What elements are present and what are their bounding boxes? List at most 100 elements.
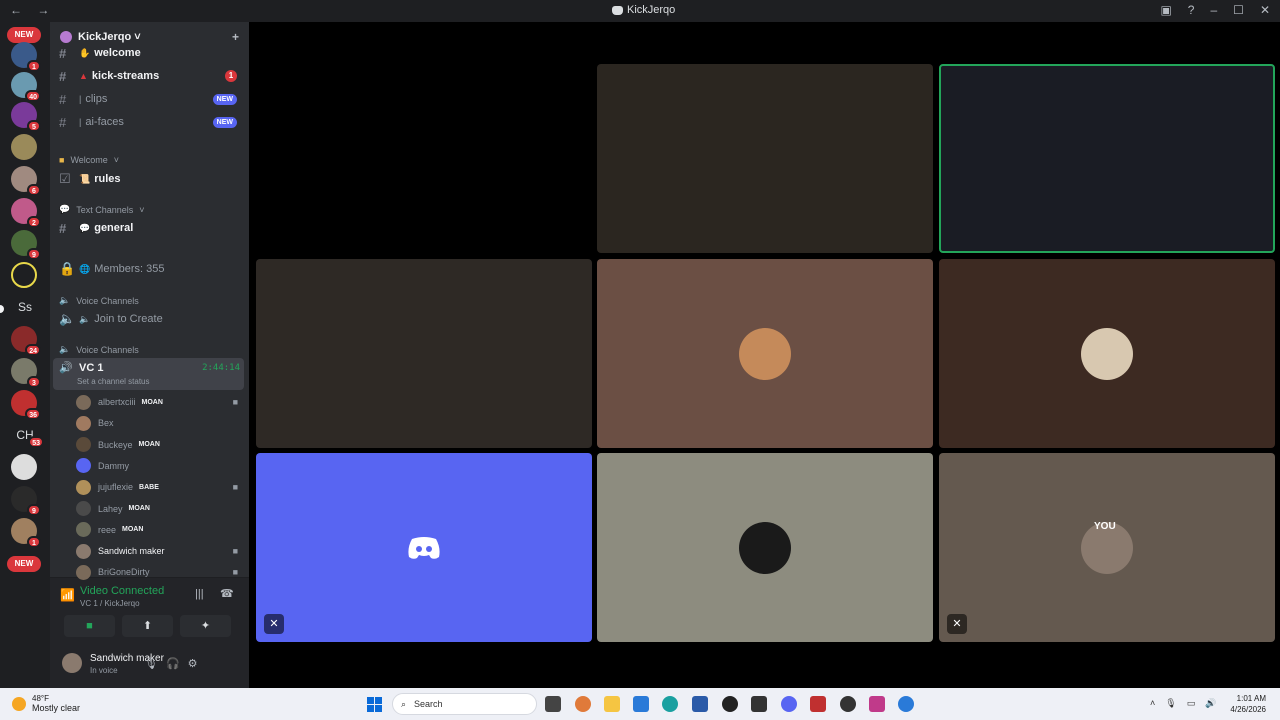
avatar-tile[interactable] bbox=[597, 453, 933, 642]
voice-member[interactable]: Dammy bbox=[76, 456, 242, 476]
avatar bbox=[76, 501, 91, 516]
voice-member[interactable]: Buckeye MOAN bbox=[76, 435, 242, 455]
video-tile-speaking[interactable] bbox=[939, 64, 1275, 253]
avatar-tile[interactable] bbox=[939, 259, 1275, 448]
server-icon[interactable]: 36 bbox=[11, 390, 41, 420]
weather-widget[interactable]: 48°F Mostly clear bbox=[12, 694, 80, 713]
search-label: Search bbox=[414, 699, 443, 709]
channel-label: Members: 355 bbox=[94, 263, 165, 275]
activities-button[interactable]: ✦ bbox=[180, 615, 231, 637]
voice-member[interactable]: BriGoneDirty ■ bbox=[76, 562, 242, 582]
voice-member[interactable]: Lahey MOAN bbox=[76, 499, 242, 519]
server-icon[interactable] bbox=[11, 262, 37, 288]
channel-members[interactable]: 🔒 🌐 Members: 355 bbox=[50, 259, 249, 279]
noise-suppression-icon[interactable]: ||| bbox=[195, 588, 204, 600]
category-label: Voice Channels bbox=[76, 344, 139, 355]
category-voice-channels[interactable]: 🔈 Voice Channels bbox=[59, 344, 139, 355]
app-icon[interactable] bbox=[722, 696, 738, 712]
channel-label: clips bbox=[85, 93, 108, 105]
new-badge: NEW bbox=[7, 556, 41, 572]
channel-clips[interactable]: # | clips NEW bbox=[50, 89, 249, 109]
headphones-icon[interactable]: 🎧 bbox=[166, 657, 180, 670]
server-icon[interactable]: 5 bbox=[11, 102, 41, 132]
display-icon[interactable]: ▭ bbox=[1187, 698, 1196, 709]
speaker-icon: 🔈 bbox=[79, 313, 91, 324]
app-icon[interactable] bbox=[898, 696, 914, 712]
disconnect-icon[interactable]: ☎ bbox=[220, 587, 234, 600]
server-icon[interactable]: 1 bbox=[11, 42, 41, 72]
video-camera-icon: ■ bbox=[232, 397, 238, 407]
volume-icon[interactable]: 🔊 bbox=[1205, 698, 1216, 709]
app-icon[interactable] bbox=[692, 696, 708, 712]
app-icon[interactable] bbox=[840, 696, 856, 712]
category-welcome[interactable]: ■ Welcome ˅ bbox=[59, 155, 119, 165]
voice-channel-vc1[interactable]: 🔊 VC 1 2:44:14 Set a channel status bbox=[53, 358, 244, 390]
server-icon[interactable] bbox=[11, 454, 37, 480]
server-icon[interactable]: 24 bbox=[11, 326, 41, 356]
weather-icon bbox=[12, 696, 26, 711]
help-icon[interactable]: ? bbox=[1188, 3, 1195, 17]
taskbar-search[interactable]: ⌕ Search bbox=[392, 693, 537, 715]
history-nav[interactable]: ← → bbox=[10, 3, 55, 17]
voice-member[interactable]: Sandwich maker ■ bbox=[76, 541, 242, 561]
clock[interactable]: 1:01 AM 4/26/2026 bbox=[1230, 693, 1266, 715]
server-icon[interactable]: 2 bbox=[11, 198, 41, 228]
task-view-icon[interactable] bbox=[545, 696, 561, 712]
channel-welcome[interactable]: # ✋ welcome bbox=[50, 46, 249, 60]
add-user-icon[interactable]: + bbox=[232, 30, 239, 44]
maximize-button[interactable]: ☐ bbox=[1233, 3, 1244, 17]
screen-share-button[interactable]: ⬆ bbox=[122, 615, 173, 637]
inbox-icon[interactable]: ▣ bbox=[1160, 3, 1171, 17]
connection-location[interactable]: VC 1 / KickJerqo bbox=[80, 599, 140, 608]
channel-status[interactable]: Set a channel status bbox=[77, 377, 150, 386]
video-tile[interactable] bbox=[256, 259, 592, 448]
server-icon[interactable]: 9 bbox=[11, 486, 41, 516]
server-icon[interactable]: 6 bbox=[11, 166, 41, 196]
server-icon[interactable]: 40 bbox=[11, 72, 41, 102]
copilot-icon[interactable] bbox=[575, 696, 591, 712]
video-tile[interactable] bbox=[597, 64, 933, 253]
edge-icon[interactable] bbox=[662, 696, 678, 712]
channel-rules[interactable]: ☑ 📜 rules bbox=[50, 169, 249, 189]
store-icon[interactable] bbox=[633, 696, 649, 712]
minimize-button[interactable]: – bbox=[1210, 3, 1217, 17]
channel-kick-streams[interactable]: # ▲ kick-streams 1 bbox=[50, 66, 249, 86]
gear-icon[interactable]: ⚙ bbox=[188, 657, 198, 670]
app-icon[interactable] bbox=[810, 696, 826, 712]
category-voice-channels[interactable]: 🔈 Voice Channels bbox=[59, 295, 139, 306]
speaker-icon: 🔈 bbox=[59, 344, 71, 354]
server-icon[interactable]: 9 bbox=[11, 230, 41, 260]
voice-member[interactable]: reee MOAN bbox=[76, 520, 242, 540]
avatar-tile-self[interactable]: YOU ✕ bbox=[939, 453, 1275, 642]
hash-icon: # bbox=[59, 91, 67, 107]
channel-general[interactable]: # 💬 general bbox=[50, 218, 249, 238]
server-name: KickJerqo bbox=[78, 31, 132, 43]
camera-button[interactable]: ■ bbox=[64, 615, 115, 637]
close-button[interactable]: ✕ bbox=[1260, 3, 1270, 17]
microphone-icon[interactable]: 🎙 bbox=[1165, 698, 1176, 709]
chevron-up-icon[interactable]: ˄ bbox=[1150, 698, 1155, 709]
file-explorer-icon[interactable] bbox=[604, 696, 620, 712]
channel-join-to-create[interactable]: 🔈 🔈 Join to Create bbox=[50, 309, 249, 329]
avatar[interactable] bbox=[62, 653, 82, 673]
microphone-icon[interactable]: 🎙 bbox=[144, 657, 158, 670]
server-icon[interactable] bbox=[11, 134, 37, 160]
category-text-channels[interactable]: 💬 Text Channels ˅ bbox=[59, 204, 145, 215]
channel-ai-faces[interactable]: # | ai-faces NEW bbox=[50, 112, 249, 132]
signal-icon[interactable]: 📶 bbox=[60, 588, 75, 602]
avatar-tile[interactable]: ✕ bbox=[256, 453, 592, 642]
avatar-tile[interactable] bbox=[597, 259, 933, 448]
voice-member[interactable]: Bex bbox=[76, 413, 242, 433]
voice-member[interactable]: jujuflexie BABE ■ bbox=[76, 477, 242, 497]
lock-icon: 🔒 bbox=[59, 261, 76, 276]
server-icon[interactable]: 1 bbox=[11, 518, 41, 548]
discord-taskbar-icon[interactable] bbox=[781, 696, 797, 712]
start-button[interactable] bbox=[367, 697, 382, 712]
voice-member[interactable]: albertxciii MOAN ■ bbox=[76, 392, 242, 412]
server-initials[interactable]: Ss bbox=[0, 300, 50, 314]
call-timer: 2:44:14 bbox=[202, 363, 240, 373]
server-icon[interactable]: 3 bbox=[11, 358, 41, 388]
app-icon[interactable] bbox=[869, 696, 885, 712]
server-list: NEW 1 40 5 6 2 9 Ss 24 3 36 CH 53 9 1 NE… bbox=[0, 22, 50, 688]
app-icon[interactable] bbox=[751, 696, 767, 712]
